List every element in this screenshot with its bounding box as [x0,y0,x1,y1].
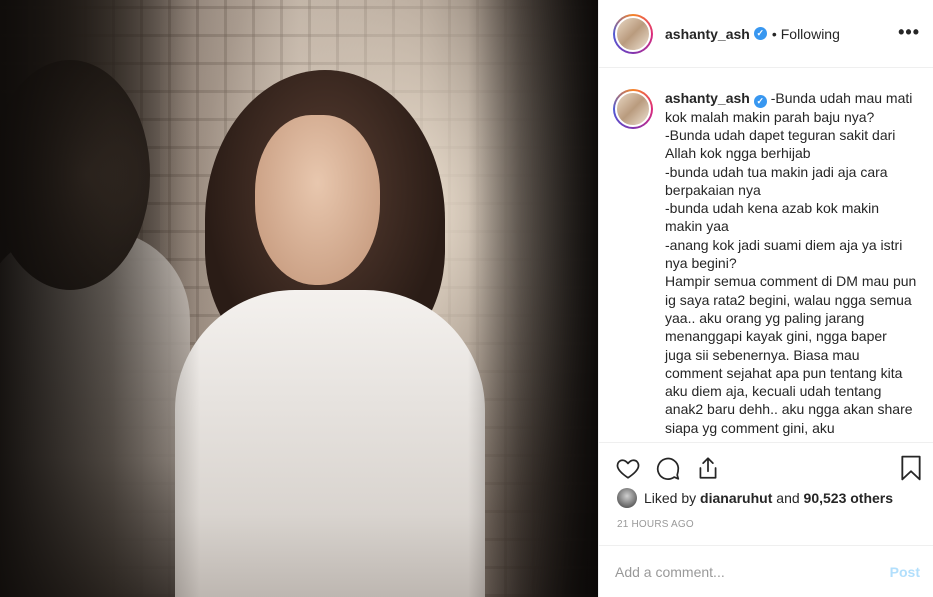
right-vignette [468,0,598,597]
bookmark-icon[interactable] [900,455,922,481]
verified-badge-icon: ✓ [753,27,767,40]
caption-body: ashanty_ash ✓ -Bunda udah mau mati kok ma… [665,89,917,437]
comment-icon[interactable] [655,455,681,481]
header-separator: • [771,25,777,42]
share-icon[interactable] [695,455,721,481]
liker-avatar[interactable] [617,488,637,508]
liker-username[interactable]: dianaruhut [700,490,772,506]
header-username[interactable]: ashanty_ash [665,26,750,42]
likes-prefix: Liked by [644,490,697,506]
action-bar [599,442,933,492]
comment-input[interactable] [615,563,890,580]
post-button[interactable]: Post [890,564,920,580]
woman-face [255,115,380,285]
following-button[interactable]: Following [781,26,840,42]
avatar-image [615,15,651,52]
likes-summary: Liked by dianaruhut and 90,523 others [617,488,893,508]
post-header: ashanty_ash ✓ • Following ••• [599,0,933,68]
left-vignette [0,0,200,597]
verified-badge-icon: ✓ [753,94,767,108]
post-photo[interactable] [0,0,598,597]
white-shirt [175,290,485,597]
avatar-image [615,91,651,127]
caption-text: -Bunda udah mau mati kok malah makin par… [665,90,917,436]
header-avatar[interactable] [613,13,653,54]
caption-username[interactable]: ashanty_ash [665,90,750,106]
likes-count-link[interactable]: 90,523 others [804,490,894,506]
caption: ashanty_ash ✓ -Bunda udah mau mati kok ma… [613,89,920,437]
add-comment-bar: Post [599,545,933,597]
caption-avatar[interactable] [613,89,653,129]
likes-middle: and [776,490,800,506]
comments-section[interactable]: ashanty_ash ✓ -Bunda udah mau mati kok ma… [599,69,933,441]
more-options-icon[interactable]: ••• [898,22,920,43]
post-side-panel: ashanty_ash ✓ • Following ••• ashanty_as… [598,0,933,597]
post-timestamp[interactable]: 21 HOURS AGO [617,519,694,530]
heart-icon[interactable] [615,455,641,481]
